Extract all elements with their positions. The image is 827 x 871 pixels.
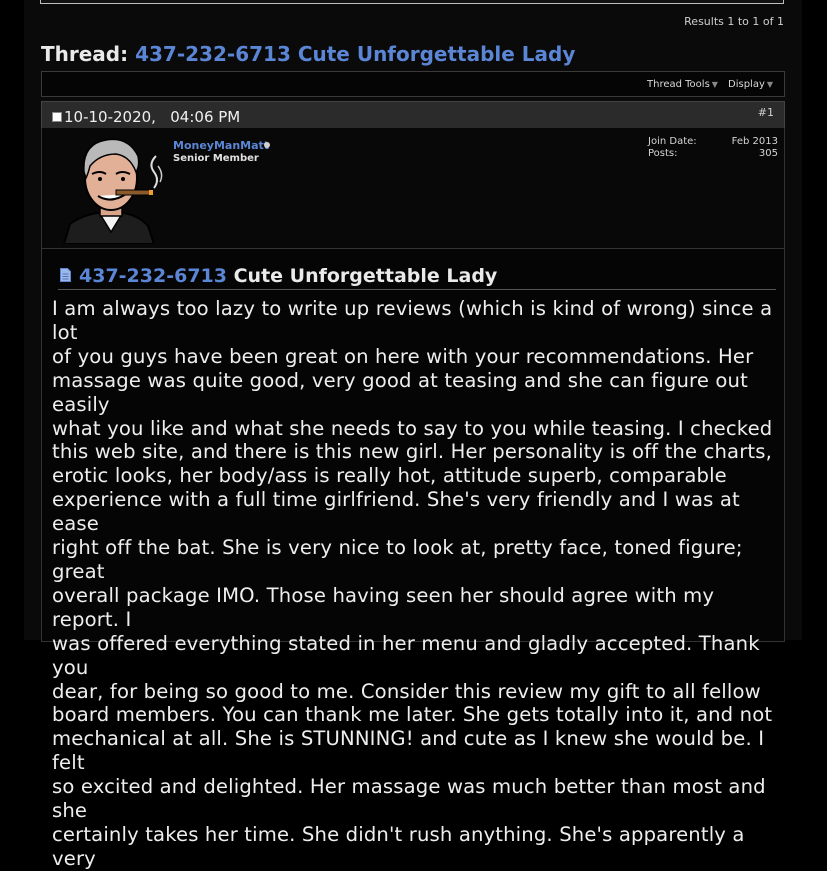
username-link[interactable]: MoneyManMatt (173, 139, 269, 152)
thread-tools-label: Thread Tools (647, 79, 710, 90)
chevron-down-icon: ▼ (711, 80, 718, 89)
thread-title: Thread: 437-232-6713 Cute Unforgettable … (41, 42, 575, 66)
post-line: mechanical at all. She is STUNNING! and … (52, 727, 765, 775)
post-body: I am always too lazy to write up reviews… (52, 297, 780, 871)
post-line: overall package IMO. Those having seen h… (52, 583, 715, 631)
post-time: 04:06 PM (170, 108, 241, 126)
top-panel-edge (40, 0, 784, 4)
post-number-link[interactable]: #1 (758, 106, 774, 119)
post-title: 437-232-6713 Cute Unforgettable Lady (58, 265, 776, 290)
user-info-panel: MoneyManMatt Senior Member Join Date: Feb… (41, 128, 785, 249)
online-status-icon (264, 142, 270, 148)
thread-toolbar: Thread Tools ▼ Display ▼ (41, 71, 785, 97)
chevron-down-icon: ▼ (766, 80, 774, 89)
user-title: Senior Member (173, 153, 259, 164)
post-line: this web site, and there is this new gir… (52, 440, 772, 464)
post-title-text: 437-232-6713 Cute Unforgettable Lady (79, 265, 497, 287)
user-stats: Join Date: Feb 2013 Posts: 305 (648, 136, 778, 160)
posts-value: 305 (758, 148, 778, 159)
post-datetime: 10-10-2020, 04:06 PM (64, 108, 240, 126)
thread-title-link[interactable]: 437-232-6713 Cute Unforgettable Lady (135, 42, 575, 66)
post-line: board members. You can thank me later. S… (52, 703, 773, 727)
post-line: erotic looks, her body/ass is really hot… (52, 464, 727, 488)
post-line: right off the bat. She is very nice to l… (52, 536, 743, 583)
display-label: Display (728, 79, 765, 90)
post-line: certainly takes her time. She didn't rus… (52, 822, 745, 870)
post-status-icon (52, 112, 62, 122)
results-count: Results 1 to 1 of 1 (684, 15, 784, 28)
post-line: what you like and what she needs to say … (52, 416, 773, 440)
join-date-label: Join Date: (648, 136, 697, 147)
page-container: Results 1 to 1 of 1 Thread: 437-232-6713… (24, 0, 802, 870)
post-line: was offered everything stated in her men… (52, 631, 760, 679)
thread-tools-menu[interactable]: Thread Tools ▼ (647, 79, 718, 90)
avatar[interactable] (56, 132, 166, 244)
document-icon (60, 268, 71, 282)
post-line: experience with a full time girlfriend. … (52, 488, 740, 536)
post-header: 10-10-2020, 04:06 PM #1 (41, 101, 785, 129)
post-title-rest: Cute Unforgettable Lady (233, 265, 498, 287)
join-date-value: Feb 2013 (731, 136, 778, 147)
post-line: I am always too lazy to write up reviews… (52, 297, 773, 344)
posts-label: Posts: (648, 148, 678, 159)
post-content: 437-232-6713 Cute Unforgettable Lady I a… (41, 248, 785, 870)
post-date: 10-10-2020, (64, 108, 156, 126)
thread-prefix: Thread: (41, 42, 129, 66)
post-line: so excited and delighted. Her massage wa… (52, 775, 766, 823)
display-menu[interactable]: Display ▼ (728, 79, 773, 90)
post-title-phone: 437-232-6713 (79, 265, 227, 287)
post-line: of you guys have been great on here with… (52, 344, 754, 368)
post-line: dear, for being so good to me. Consider … (52, 679, 761, 703)
post-line: massage was quite good, very good at tea… (52, 368, 748, 416)
